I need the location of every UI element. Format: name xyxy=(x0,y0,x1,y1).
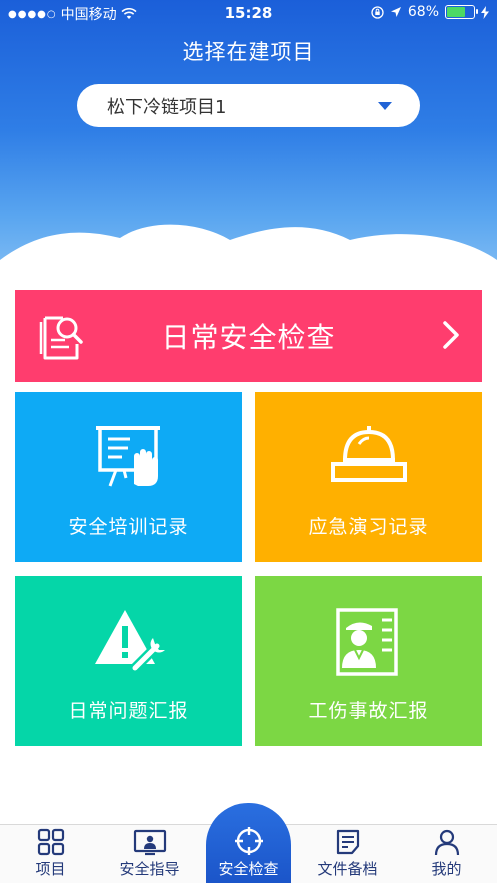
tab-label: 项目 xyxy=(35,860,66,878)
tab-label: 我的 xyxy=(431,860,462,878)
tile-label: 日常问题汇报 xyxy=(68,700,189,722)
chevron-right-icon xyxy=(443,321,459,349)
document-icon xyxy=(336,829,359,855)
tab-mine[interactable]: 我的 xyxy=(397,824,496,883)
tile-label: 安全培训记录 xyxy=(68,516,189,538)
inspection-document-icon xyxy=(39,316,83,360)
emergency-siren-icon xyxy=(330,426,407,482)
tile-work-injury-report[interactable]: 工伤事故汇报 xyxy=(255,576,482,746)
project-select[interactable]: 松下冷链项目1 xyxy=(77,84,420,127)
tab-safety-guide[interactable]: 安全指导 xyxy=(100,824,199,883)
warning-wrench-icon xyxy=(94,610,165,673)
project-select-value: 松下冷链项目1 xyxy=(107,96,227,118)
crosshair-icon xyxy=(234,827,263,855)
tab-file-archive[interactable]: 文件备档 xyxy=(298,824,397,883)
rotation-lock-icon xyxy=(371,5,384,19)
training-board-icon xyxy=(95,426,160,487)
charging-bolt-icon xyxy=(481,5,489,19)
guide-screen-icon xyxy=(133,829,166,856)
tab-projects[interactable]: 项目 xyxy=(1,824,100,883)
tab-label: 文件备档 xyxy=(317,860,378,878)
tile-safety-training[interactable]: 安全培训记录 xyxy=(15,392,242,562)
tab-label: 安全检查 xyxy=(218,860,279,878)
daily-safety-check-banner[interactable]: 日常安全检查 xyxy=(15,290,482,382)
tile-daily-issue-report[interactable]: 日常问题汇报 xyxy=(15,576,242,746)
battery-percent: 68% xyxy=(407,4,439,20)
header: ●●●●○ 中国移动 15:28 68% 选择在建项目 松下冷链项目1 xyxy=(0,0,497,290)
tile-label: 工伤事故汇报 xyxy=(308,700,429,722)
battery-icon xyxy=(445,5,478,19)
location-arrow-icon xyxy=(390,7,401,17)
tab-label: 安全指导 xyxy=(119,860,180,878)
status-bar: ●●●●○ 中国移动 15:28 68% xyxy=(0,0,497,26)
injured-worker-icon xyxy=(335,608,398,676)
user-icon xyxy=(434,829,459,856)
cloud-shape xyxy=(0,224,497,290)
chevron-down-icon xyxy=(378,101,392,110)
grid-icon xyxy=(37,828,64,856)
tile-emergency-drill[interactable]: 应急演习记录 xyxy=(255,392,482,562)
tile-label: 应急演习记录 xyxy=(308,516,429,538)
page-title: 选择在建项目 xyxy=(182,40,315,64)
tab-safety-check[interactable]: 安全检查 xyxy=(199,824,298,883)
